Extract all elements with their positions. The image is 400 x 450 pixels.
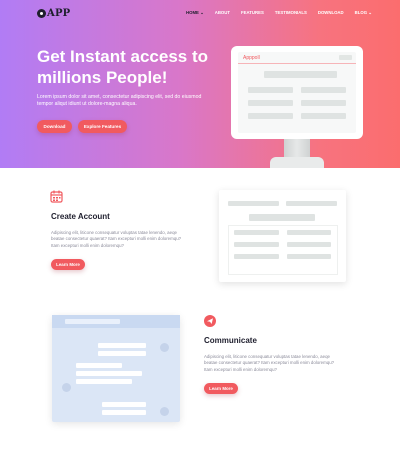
chat-illustration <box>52 315 180 422</box>
chat-avatar <box>62 383 71 392</box>
card-bar <box>287 242 331 247</box>
chat-message <box>102 402 146 407</box>
communicate-learn-more-button[interactable]: Learn More <box>204 383 238 394</box>
card-bar <box>234 242 279 247</box>
chat-avatar <box>160 407 169 416</box>
chevron-down-icon: ⌄ <box>200 10 204 15</box>
nav-item-features[interactable]: FEATURES <box>241 10 264 16</box>
nav-item-about[interactable]: ABOUT <box>215 10 230 16</box>
logo[interactable]: APP <box>37 8 70 19</box>
chat-message <box>102 410 146 415</box>
nav-item-testimonials[interactable]: TESTIMONIALS <box>275 10 307 16</box>
chat-avatar <box>160 343 169 352</box>
communicate-text: Adipiscing elit, liticone consequatur vo… <box>204 354 335 372</box>
create-account-title: Create Account <box>51 212 110 221</box>
screen-bar <box>248 100 293 106</box>
send-icon <box>204 314 216 332</box>
communicate-title: Communicate <box>204 336 257 345</box>
chevron-down-icon: ⌄ <box>368 10 372 15</box>
screen-bar <box>301 87 346 93</box>
monitor-screen: Apppoll <box>238 52 356 133</box>
screen-bar <box>301 113 346 119</box>
calendar-icon <box>50 190 63 208</box>
nav-item-blog[interactable]: BLOG ⌄ <box>355 10 372 16</box>
monitor-illustration: Apppoll <box>231 46 363 139</box>
chat-message <box>76 363 122 368</box>
chat-message <box>98 351 146 356</box>
monitor-stand <box>284 139 310 159</box>
card-bar <box>234 230 279 235</box>
card-bar <box>287 230 331 235</box>
nav-item-home[interactable]: HOME ⌄ <box>186 10 204 16</box>
screen-bar <box>264 71 337 78</box>
card-bar <box>234 254 279 259</box>
download-button[interactable]: Download <box>37 120 72 133</box>
form-card-illustration <box>219 190 346 282</box>
create-account-learn-more-button[interactable]: Learn More <box>51 259 85 270</box>
chat-message <box>65 319 120 324</box>
hero-section: APP HOME ⌄ ABOUT FEATURES TESTIMONIALS D… <box>0 0 400 168</box>
create-account-text: Adipiscing elit, liticone consequatur vo… <box>51 230 182 248</box>
screen-bar <box>248 87 293 93</box>
nav-item-download[interactable]: DOWNLOAD <box>318 10 344 16</box>
card-bar <box>249 214 315 221</box>
main-nav: HOME ⌄ ABOUT FEATURES TESTIMONIALS DOWNL… <box>186 10 383 16</box>
screen-divider <box>238 63 356 64</box>
screen-title: Apppoll <box>243 55 260 61</box>
logo-icon <box>37 9 46 18</box>
card-bar <box>287 254 331 259</box>
card-bar <box>286 201 337 206</box>
chat-message <box>98 343 146 348</box>
hero-text: Lorem ipsum dolor sit amet, consectetur … <box>37 94 202 107</box>
explore-features-button[interactable]: Explore Features <box>78 120 127 133</box>
screen-bar <box>248 113 293 119</box>
screen-bar <box>301 100 346 106</box>
chat-message <box>76 371 142 376</box>
card-bar <box>228 201 279 206</box>
hero-title: Get Instant access to millions People! <box>37 47 209 87</box>
logo-text: APP <box>47 8 71 19</box>
screen-button <box>339 55 352 60</box>
monitor-base <box>270 157 324 168</box>
chat-message <box>76 379 132 384</box>
